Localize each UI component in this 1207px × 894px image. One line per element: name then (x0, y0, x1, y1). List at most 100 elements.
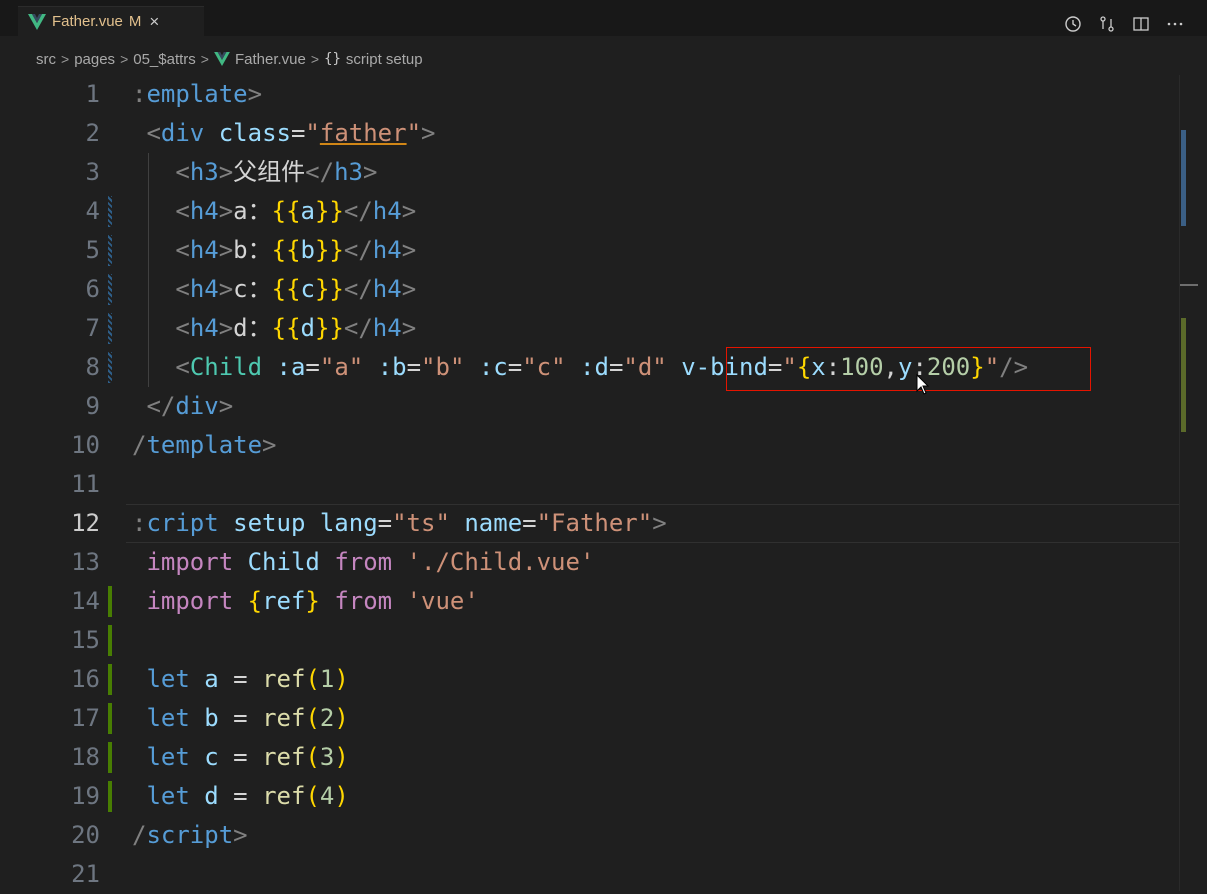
gutter-added-indicator[interactable] (108, 664, 112, 695)
code-token: /> (999, 353, 1029, 381)
code-line[interactable]: 7 <h4>d：{{d}}</h4> (0, 309, 1180, 348)
code-token: "b" (421, 353, 465, 381)
tab-bar: Father.vue M × (0, 6, 1207, 36)
code-line[interactable]: 21 (0, 855, 1180, 894)
code-line[interactable]: 8 <Child :a="a" :b="b" :c="c" :d="d" v-b… (0, 348, 1180, 387)
line-number: 16 (71, 665, 100, 693)
code-token: :d (580, 353, 609, 381)
code-token: : (825, 353, 841, 381)
code-token: " (305, 119, 320, 147)
code-token: </ (343, 236, 373, 264)
line-number: 9 (85, 392, 100, 420)
breadcrumb-item-file[interactable]: Father.vue (235, 51, 306, 68)
code-line[interactable]: 10/template> (0, 426, 1180, 465)
code-line[interactable]: 3 <h3>父组件</h3> (0, 153, 1180, 192)
mouse-cursor-icon (916, 374, 930, 395)
code-token: 100 (840, 353, 884, 381)
code-line[interactable]: 19 let d = ref(4) (0, 777, 1180, 816)
gutter-added-indicator[interactable] (108, 781, 112, 812)
curly-braces-icon: {} (324, 51, 341, 67)
code-token: script (146, 821, 234, 849)
code-token: = (522, 509, 537, 537)
code-text: let d = ref(4) (132, 777, 348, 816)
code-token: > (218, 314, 234, 342)
breadcrumb-item-attrs[interactable]: 05_$attrs (133, 51, 196, 68)
code-token: ) (334, 704, 349, 732)
code-token: > (218, 236, 234, 264)
scrollbar-change-marker (1181, 318, 1186, 432)
code-token: > (362, 158, 378, 186)
code-token: h3 (189, 158, 219, 186)
gutter-added-indicator[interactable] (108, 586, 112, 617)
code-token: let (146, 704, 190, 732)
more-actions-icon[interactable] (1165, 14, 1185, 34)
code-token: v-bind (681, 353, 768, 381)
code-text: <Child :a="a" :b="b" :c="c" :d="d" v-bin… (132, 348, 1028, 387)
code-line[interactable]: 5 <h4>b：{{b}}</h4> (0, 231, 1180, 270)
gutter-modified-indicator[interactable] (108, 352, 112, 383)
code-token: }} (314, 236, 344, 264)
gutter-added-indicator[interactable] (108, 625, 112, 656)
code-line[interactable]: 18 let c = ref(3) (0, 738, 1180, 777)
code-token: 3 (319, 743, 335, 771)
line-number: 14 (71, 587, 100, 615)
gutter-modified-indicator[interactable] (108, 235, 112, 266)
code-token: b： (233, 236, 272, 264)
code-token: div (175, 392, 219, 420)
code-line[interactable]: 15 (0, 621, 1180, 660)
gutter-modified-indicator[interactable] (108, 313, 112, 344)
code-token: } (305, 587, 320, 615)
code-token: h4 (189, 275, 219, 303)
breadcrumb-item-pages[interactable]: pages (74, 51, 115, 68)
code-token: }} (314, 275, 344, 303)
code-token: > (652, 509, 667, 537)
code-text: let a = ref(1) (132, 660, 348, 699)
code-token: ref (262, 587, 306, 615)
close-icon[interactable]: × (149, 12, 159, 32)
code-line[interactable]: 9 </div> (0, 387, 1180, 426)
code-text: <h4>a：{{a}}</h4> (132, 192, 416, 231)
code-line[interactable]: 6 <h4>c：{{c}}</h4> (0, 270, 1180, 309)
breadcrumb-item-symbol[interactable]: script setup (346, 51, 423, 68)
code-token: / (132, 431, 147, 459)
code-line[interactable]: 1:emplate> (0, 75, 1180, 114)
code-token: c (204, 743, 219, 771)
code-line[interactable]: 17 let b = ref(2) (0, 699, 1180, 738)
gutter-modified-indicator[interactable] (108, 274, 112, 305)
history-icon[interactable] (1063, 14, 1083, 34)
vue-file-icon (214, 52, 230, 66)
code-line[interactable]: 2 <div class="father"> (0, 114, 1180, 153)
code-token: < (175, 353, 190, 381)
code-text: /script> (132, 816, 248, 855)
split-editor-icon[interactable] (1131, 14, 1151, 34)
tab-father-vue[interactable]: Father.vue M × (18, 6, 204, 36)
scrollbar-thumb[interactable] (1181, 130, 1186, 226)
code-token: > (401, 314, 417, 342)
code-token: = (218, 704, 263, 732)
code-line[interactable]: 20/script> (0, 816, 1180, 855)
line-number: 7 (85, 314, 100, 342)
gutter-added-indicator[interactable] (108, 742, 112, 773)
code-editor[interactable]: 1:emplate> 2 <div class="father"> 3 <h3>父组… (0, 75, 1198, 894)
gutter-added-indicator[interactable] (108, 703, 112, 734)
code-token: ) (334, 743, 349, 771)
code-line[interactable]: 14 import {ref} from 'vue' (0, 582, 1180, 621)
code-token: > (247, 80, 263, 108)
code-line[interactable]: 13 import Child from './Child.vue' (0, 543, 1180, 582)
code-line[interactable]: 12:cript setup lang="ts" name="Father"> (0, 504, 1198, 543)
code-token: from (334, 587, 393, 615)
code-token: }} (314, 314, 344, 342)
code-line[interactable]: 4 <h4>a：{{a}}</h4> (0, 192, 1180, 231)
code-token: < (146, 119, 161, 147)
source-control-compare-icon[interactable] (1097, 14, 1117, 34)
code-line[interactable]: 11 (0, 465, 1180, 504)
breadcrumb-item-src[interactable]: src (36, 51, 56, 68)
gutter-modified-indicator[interactable] (108, 196, 112, 227)
code-token: </ (343, 275, 373, 303)
code-line[interactable]: 16 let a = ref(1) (0, 660, 1180, 699)
